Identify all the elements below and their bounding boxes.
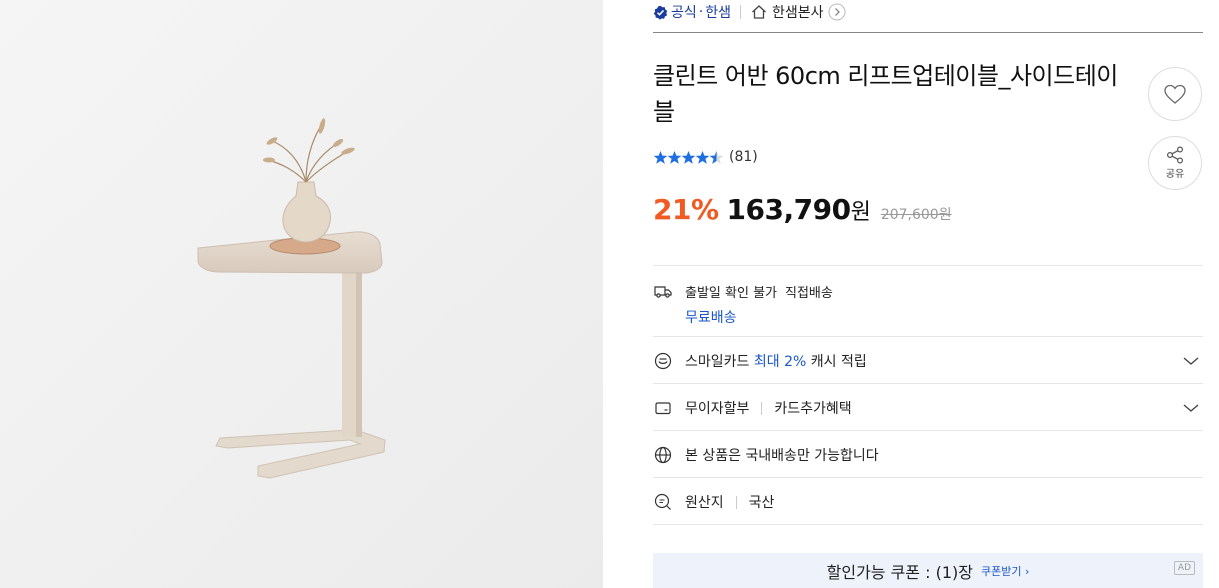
truck-icon [654,286,672,298]
coupon-bar[interactable]: 할인가능 쿠폰 : (1)장 쿠폰받기 › AD [653,553,1203,588]
review-count[interactable]: (81) [729,149,758,165]
product-image[interactable] [0,0,603,588]
store-row: 공식 · 한샘 한샘본사 [653,0,846,24]
verified-check-icon [653,5,668,20]
chevron-down-icon[interactable] [1181,398,1201,418]
sale-price: 163,790 [726,193,852,226]
section-divider [653,477,1203,478]
star-icon [681,150,696,164]
price-row: 21% 163,790 원 207,600원 [653,193,952,226]
origin-row: 원산지 국산 [653,490,1203,514]
dispatch-label: 출발일 확인 불가 [685,285,777,301]
product-info-panel: 공식 · 한샘 한샘본사 클린트 어반 60cm 리프트업테이블_사이드테이블 [653,0,1203,588]
smilecard-suffix: 캐시 적립 [810,354,867,370]
section-divider [653,383,1203,384]
share-label: 공유 [1165,169,1185,180]
header-divider [653,32,1203,33]
brand-home-label: 한샘본사 [771,5,824,21]
brand-home-link[interactable]: 한샘본사 [750,2,846,22]
origin-value: 국산 [748,495,775,511]
smilecard-prefix: 스마일카드 [685,354,750,370]
section-divider [653,265,1203,266]
half-star-icon [709,150,724,164]
product-title: 클린트 어반 60cm 리프트업테이블_사이드테이블 [653,62,1118,126]
star-icon [695,150,710,164]
installment-row[interactable]: 무이자할부 카드추가혜택 [653,396,1203,420]
section-divider [653,336,1203,337]
dot-separator: · [698,4,704,20]
shipping-info: 출발일 확인 불가 직접배송 무료배송 [653,281,833,327]
star-icon [653,150,668,164]
smilecard-row[interactable]: 스마일카드 최대 2% 캐시 적립 [653,349,1203,373]
free-shipping-label: 무료배송 [685,310,737,326]
domestic-only-label: 본 상품은 국내배송만 가능합니다 [685,448,879,464]
card-benefit-label: 카드추가혜택 [774,401,852,417]
text-separator [735,495,737,509]
section-divider [653,524,1203,525]
smilecard-highlight: 최대 2% [753,354,807,370]
star-rating [653,150,724,165]
text-separator [761,401,763,415]
card-icon [653,398,673,418]
chevron-right-circle-icon [828,3,846,21]
official-badge: 공식 · 한샘 [653,2,731,22]
origin-label: 원산지 [685,495,724,511]
globe-icon [653,445,673,465]
star-icon [667,150,682,164]
section-divider [653,430,1203,431]
smile-icon [653,351,673,371]
get-coupon-link[interactable]: 쿠폰받기 › [981,563,1029,579]
rating-row[interactable]: (81) [653,147,758,167]
home-icon [752,5,766,19]
ad-badge: AD [1173,561,1195,575]
discount-rate: 21% [653,193,719,226]
installment-label: 무이자할부 [685,401,750,417]
coupon-count-label: 할인가능 쿠폰 : (1)장 [826,562,973,582]
chevron-down-icon[interactable] [1181,351,1201,371]
domestic-only-row: 본 상품은 국내배송만 가능합니다 [653,443,1203,467]
share-icon [1166,146,1184,164]
search-info-icon [653,492,673,512]
store-divider [739,5,741,19]
original-price: 207,600원 [880,207,952,223]
wishlist-button[interactable] [1148,67,1202,121]
official-label: 공식 [671,5,697,21]
heart-icon [1164,84,1186,104]
shipping-method: 직접배송 [785,285,833,301]
currency-unit: 원 [850,200,871,225]
share-button[interactable]: 공유 [1148,136,1202,190]
brand-label[interactable]: 한샘 [705,2,731,22]
